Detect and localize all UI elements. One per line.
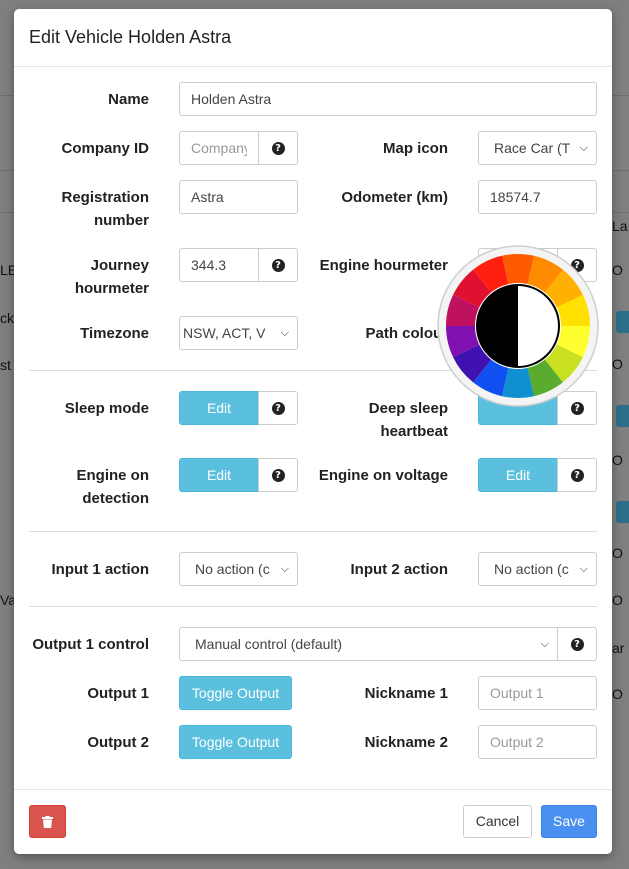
sleep-mode-edit-button[interactable]: Edit (179, 391, 259, 425)
input2-action-label: Input 2 action (350, 561, 449, 578)
timezone-label: Timezone (80, 325, 149, 342)
engine-on-voltage-help-button[interactable]: ? (557, 458, 597, 492)
company-id-input[interactable] (179, 131, 259, 165)
company-id-label: Company ID (61, 140, 149, 157)
engine-on-voltage-edit-button[interactable]: Edit (478, 458, 558, 492)
bg-cell: O (612, 686, 623, 702)
input1-action-label: Input 1 action (51, 561, 150, 578)
output1-control-select[interactable]: Manual control (default) ⌵ (179, 627, 558, 661)
divider (29, 531, 597, 532)
nickname2-label: Nickname 2 (364, 734, 448, 751)
registration-label: Registration number (61, 189, 149, 229)
map-icon-label: Map icon (382, 140, 448, 157)
journey-hourmeter-help-button[interactable]: ? (258, 248, 298, 282)
trash-icon (42, 815, 53, 828)
engine-on-detection-label: Engine on detection (76, 467, 150, 507)
map-icon-select[interactable]: Race Car (T ⌵ (478, 131, 597, 165)
input1-action-value: No action (c (195, 561, 270, 577)
question-circle-icon: ? (271, 258, 285, 272)
modal-title: Edit Vehicle Holden Astra (29, 27, 232, 47)
question-circle-icon: ? (570, 637, 584, 651)
output2-label: Output 2 (87, 734, 149, 751)
bg-cell: O (612, 592, 623, 608)
journey-hourmeter-label: Journey hourmeter (74, 257, 149, 297)
nickname1-label: Nickname 1 (364, 685, 448, 702)
chevron-down-icon: ⌵ (579, 562, 588, 575)
edit-vehicle-modal: Edit Vehicle Holden Astra Name Holden As… (14, 9, 612, 854)
output1-control-help-button[interactable]: ? (557, 627, 597, 661)
engine-on-voltage-label: Engine on voltage (318, 467, 448, 484)
question-circle-icon: ? (271, 141, 285, 155)
sleep-mode-label: Sleep mode (64, 400, 149, 417)
name-input[interactable]: Holden Astra (179, 82, 597, 116)
input2-action-select[interactable]: No action (c ⌵ (478, 552, 597, 586)
engine-on-detection-edit-button[interactable]: Edit (179, 458, 259, 492)
bg-cell: O (612, 452, 623, 468)
cancel-button[interactable]: Cancel (463, 805, 532, 838)
modal-header: Edit Vehicle Holden Astra (14, 9, 612, 67)
nickname1-input[interactable] (478, 676, 597, 710)
nickname2-input[interactable] (478, 725, 597, 759)
divider (29, 606, 597, 607)
chevron-down-icon: ⌵ (579, 141, 588, 154)
chevron-down-icon: ⌵ (280, 326, 289, 339)
company-id-help-button[interactable]: ? (258, 131, 298, 165)
bg-cell: La (612, 218, 628, 234)
timezone-select[interactable]: NSW, ACT, V ⌵ (179, 316, 298, 350)
bg-cell: O (612, 545, 623, 561)
registration-input[interactable]: Astra (179, 180, 298, 214)
delete-button[interactable] (29, 805, 66, 838)
input2-action-value: No action (c (494, 561, 569, 577)
timezone-value: NSW, ACT, V (183, 325, 266, 341)
question-circle-icon: ? (570, 468, 584, 482)
input1-action-select[interactable]: No action (c ⌵ (179, 552, 298, 586)
odometer-label: Odometer (km) (341, 189, 448, 206)
output2-toggle-button[interactable]: Toggle Output (179, 725, 292, 759)
output1-control-label: Output 1 control (32, 636, 149, 653)
sleep-mode-help-button[interactable]: ? (258, 391, 298, 425)
bg-cell: ck (0, 310, 14, 326)
colour-picker-wheel[interactable] (437, 245, 599, 407)
output1-toggle-button[interactable]: Toggle Output (179, 676, 292, 710)
map-icon-value: Race Car (T (494, 140, 571, 156)
engine-on-detection-help-button[interactable]: ? (258, 458, 298, 492)
journey-hourmeter-input[interactable]: 344.3 (179, 248, 259, 282)
bg-chip (612, 397, 629, 431)
chevron-down-icon: ⌵ (280, 562, 289, 575)
save-button[interactable]: Save (541, 805, 597, 838)
chevron-down-icon: ⌵ (540, 637, 549, 650)
output1-label: Output 1 (87, 685, 149, 702)
bg-chip (612, 493, 629, 527)
bg-cell: O (612, 356, 623, 372)
engine-hourmeter-label: Engine hourmeter (319, 257, 448, 274)
question-circle-icon: ? (271, 401, 285, 415)
output1-control-value: Manual control (default) (195, 636, 343, 652)
odometer-input[interactable]: 18574.7 (478, 180, 597, 214)
question-circle-icon: ? (271, 468, 285, 482)
path-colour-label: Path colour (365, 325, 448, 342)
bg-cell: O (612, 262, 623, 278)
bg-chip (612, 303, 629, 337)
deep-sleep-label: Deep sleep heartbeat (368, 400, 448, 440)
bg-cell: st (0, 357, 11, 373)
bg-cell: ar (612, 640, 625, 656)
name-label: Name (108, 91, 149, 108)
